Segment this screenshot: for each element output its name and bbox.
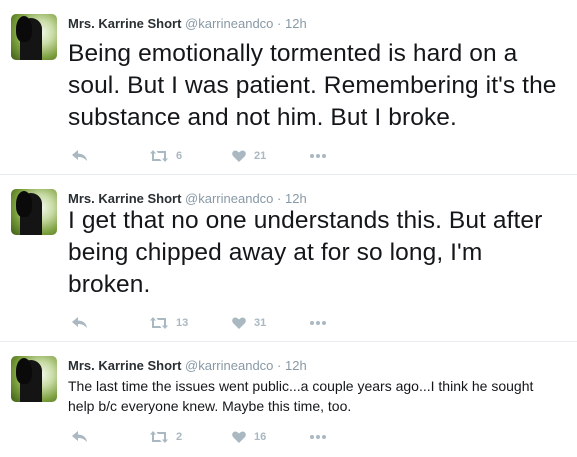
more-icon bbox=[310, 435, 326, 439]
user-name[interactable]: Mrs. Karrine Short bbox=[68, 191, 181, 206]
retweet-icon bbox=[150, 317, 168, 329]
tweet[interactable]: Mrs. Karrine Short @karrineandco · 12h B… bbox=[0, 0, 577, 175]
retweet-button[interactable]: 6 bbox=[150, 148, 182, 164]
retweet-count: 6 bbox=[176, 150, 183, 162]
tweet-header: Mrs. Karrine Short @karrineandco · 12h bbox=[68, 358, 307, 374]
separator: · bbox=[277, 358, 282, 373]
reply-button[interactable] bbox=[72, 315, 88, 331]
heart-icon bbox=[232, 431, 246, 443]
user-handle[interactable]: @karrineandco bbox=[185, 16, 273, 31]
tweet[interactable]: Mrs. Karrine Short @karrineandco · 12h I… bbox=[0, 175, 577, 342]
retweet-count: 13 bbox=[176, 317, 189, 329]
more-icon bbox=[310, 321, 326, 325]
tweet[interactable]: Mrs. Karrine Short @karrineandco · 12h T… bbox=[0, 342, 577, 457]
heart-icon bbox=[232, 150, 246, 162]
like-count: 31 bbox=[254, 317, 267, 329]
separator: · bbox=[277, 16, 282, 31]
avatar[interactable] bbox=[11, 356, 57, 402]
reply-icon bbox=[72, 431, 87, 442]
separator: · bbox=[277, 191, 282, 206]
tweet-text: Being emotionally tormented is hard on a… bbox=[68, 40, 557, 131]
tweet-header: Mrs. Karrine Short @karrineandco · 12h bbox=[68, 16, 307, 32]
reply-icon bbox=[72, 317, 87, 328]
like-count: 16 bbox=[254, 431, 267, 443]
like-count: 21 bbox=[254, 150, 267, 162]
timestamp[interactable]: 12h bbox=[285, 191, 307, 206]
timestamp[interactable]: 12h bbox=[285, 358, 307, 373]
retweet-icon bbox=[150, 431, 168, 443]
user-name[interactable]: Mrs. Karrine Short bbox=[68, 16, 181, 31]
more-button[interactable] bbox=[310, 148, 326, 164]
avatar[interactable] bbox=[11, 189, 57, 235]
avatar[interactable] bbox=[11, 14, 57, 60]
reply-icon bbox=[72, 150, 87, 161]
like-button[interactable]: 16 bbox=[232, 429, 266, 445]
reply-button[interactable] bbox=[72, 148, 88, 164]
more-icon bbox=[310, 154, 326, 158]
more-button[interactable] bbox=[310, 429, 326, 445]
tweet-text: The last time the issues went public...a… bbox=[68, 378, 534, 414]
user-handle[interactable]: @karrineandco bbox=[185, 191, 273, 206]
user-handle[interactable]: @karrineandco bbox=[185, 358, 273, 373]
timestamp[interactable]: 12h bbox=[285, 16, 307, 31]
retweet-button[interactable]: 2 bbox=[150, 429, 182, 445]
reply-button[interactable] bbox=[72, 429, 88, 445]
retweet-button[interactable]: 13 bbox=[150, 315, 188, 331]
tweet-text: I get that no one understands this. But … bbox=[68, 207, 543, 298]
retweet-icon bbox=[150, 150, 168, 162]
heart-icon bbox=[232, 317, 246, 329]
retweet-count: 2 bbox=[176, 431, 183, 443]
like-button[interactable]: 31 bbox=[232, 315, 266, 331]
like-button[interactable]: 21 bbox=[232, 148, 266, 164]
user-name[interactable]: Mrs. Karrine Short bbox=[68, 358, 181, 373]
more-button[interactable] bbox=[310, 315, 326, 331]
